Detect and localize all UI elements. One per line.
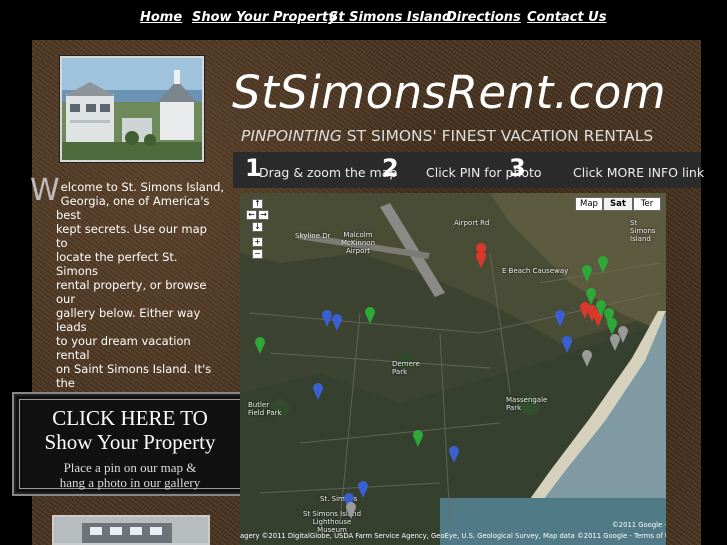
map-pin-green[interactable]: [586, 288, 596, 305]
intro-line: on Saint Simons Island. It's: [56, 362, 212, 376]
intro-line: the: [56, 376, 75, 390]
intro-line: elcome to St. Simons Island,: [60, 180, 225, 194]
map-pin-blue[interactable]: [449, 446, 459, 463]
nav-link-show-your-property[interactable]: Show Your Property: [192, 10, 337, 25]
map-pin-blue[interactable]: [322, 310, 332, 327]
intro-line: our: [56, 292, 76, 306]
drop-cap: W: [30, 173, 60, 208]
cta-subtext-line1: Place a pin on our map &: [63, 460, 197, 475]
cta-subtext-line2: hang a photo in our gallery: [59, 475, 201, 490]
map-pin-gray[interactable]: [582, 350, 592, 367]
intro-line: to: [56, 236, 68, 250]
header-photo: [60, 56, 204, 162]
cta-heading-line1: CLICK HERE TO: [52, 406, 208, 430]
map-pin-green[interactable]: [365, 307, 375, 324]
map-pin-blue[interactable]: [555, 310, 565, 327]
step-1-text: Drag & zoom the map: [259, 165, 398, 180]
map-pin-gray[interactable]: [346, 502, 356, 519]
gallery-thumbnail[interactable]: [52, 515, 210, 545]
site-title: StSimonsRent.com: [232, 66, 667, 119]
intro-line: to your dream vacation: [56, 334, 191, 348]
nav-link-st-simons-island[interactable]: St Simons Island: [329, 10, 451, 25]
intro-line: Simons: [56, 264, 99, 278]
tagline: PINPOINTING ST SIMONS' FINEST VACATION R…: [241, 127, 653, 145]
map-pin-blue[interactable]: [358, 481, 368, 498]
map-copyright-1: ©2011 Google -: [612, 521, 666, 529]
intro-line: rental: [56, 348, 90, 362]
tagline-emphasis: PINPOINTING: [241, 127, 342, 145]
intro-line: rental property, or browse: [56, 278, 207, 292]
map-pin-green[interactable]: [413, 430, 423, 447]
nav-link-home[interactable]: Home: [140, 10, 182, 25]
map-pin-green[interactable]: [255, 337, 265, 354]
step-2-number: 2: [382, 154, 399, 182]
intro-line: kept secrets. Use our map: [56, 222, 207, 236]
map-pin-blue[interactable]: [562, 336, 572, 353]
intro-line: Georgia, one of America's: [60, 194, 210, 208]
step-3-number: 3: [509, 154, 526, 182]
cta-heading-line2: Show Your Property: [44, 430, 216, 454]
tagline-text: ST SIMONS' FINEST VACATION RENTALS: [341, 127, 654, 145]
nav-link-directions[interactable]: Directions: [446, 10, 521, 25]
map-pin-gray[interactable]: [610, 334, 620, 351]
top-nav: Home Show Your Property St Simons Island…: [0, 0, 727, 38]
show-your-property-cta-button[interactable]: CLICK HERE TO Show Your Property Place a…: [12, 392, 248, 496]
map-pin-green[interactable]: [582, 265, 592, 282]
cta-inner-frame: CLICK HERE TO Show Your Property Place a…: [19, 399, 241, 490]
intro-text: W elcome to St. Simons Island, Georgia, …: [30, 173, 230, 391]
map-pin-green[interactable]: [607, 318, 617, 335]
nav-link-contact-us[interactable]: Contact Us: [527, 10, 606, 25]
map-pin-red[interactable]: [476, 243, 487, 268]
property-map[interactable]: ↑ ← → ↓ + − Map Sat Ter St Simons Island…: [240, 193, 666, 545]
step-3-text: Click MORE INFO link: [573, 165, 705, 180]
intro-line: leads: [56, 320, 87, 334]
map-copyright-2: agery ©2011 DigitalGlobe, USDA Farm Serv…: [240, 532, 666, 540]
map-pin-green[interactable]: [598, 256, 608, 273]
intro-line: gallery below. Either way: [56, 306, 201, 320]
intro-line: best: [56, 208, 81, 222]
map-pin-blue[interactable]: [313, 383, 323, 400]
map-pin-blue[interactable]: [332, 314, 342, 331]
intro-line: locate the perfect St.: [56, 250, 178, 264]
map-pins-layer: [255, 243, 628, 519]
